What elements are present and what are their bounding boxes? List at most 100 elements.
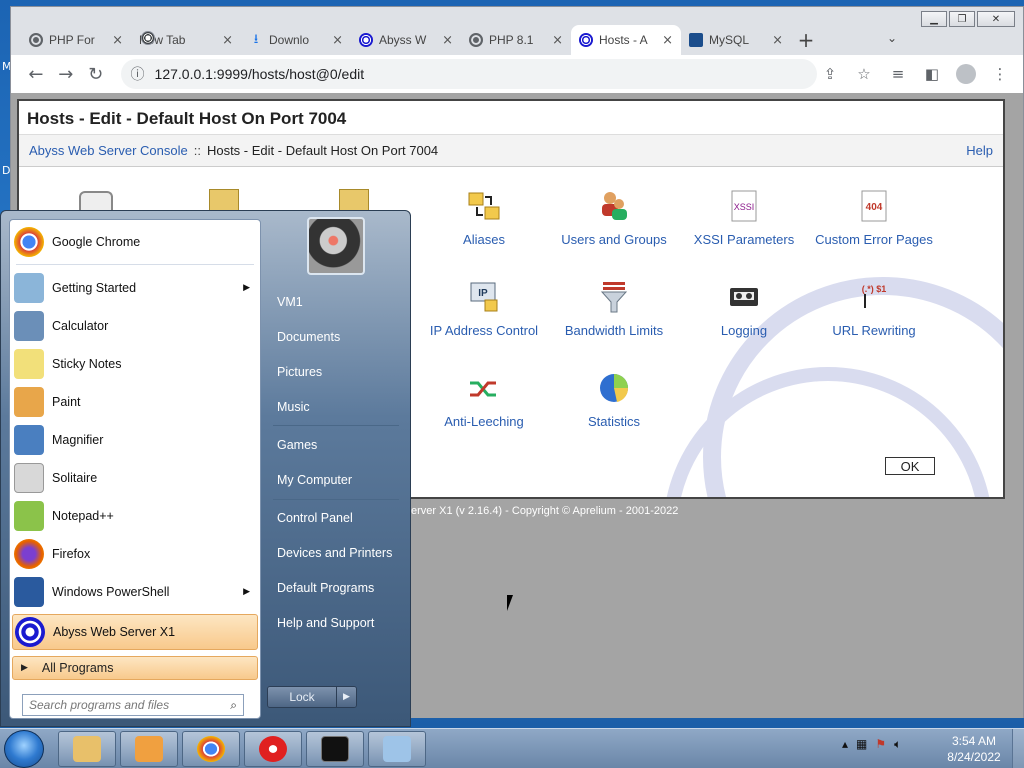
address-bar[interactable]: ⓘ 127.0.0.1:9999/hosts/host@0/edit	[120, 59, 817, 89]
share-icon[interactable]: ⇪	[817, 61, 843, 87]
url-rewriting-item[interactable]: (.*) $1 URL Rewriting	[809, 280, 939, 338]
program-solitaire[interactable]: Solitaire	[12, 460, 258, 496]
tab-close-icon[interactable]: ×	[222, 33, 233, 48]
tab-new-tab[interactable]: New Tab ×	[131, 25, 241, 55]
url-text: 127.0.0.1:9999/hosts/host@0/edit	[154, 66, 365, 82]
tab-label: MySQL	[709, 33, 750, 47]
statistics-item[interactable]: Statistics	[549, 371, 679, 429]
taskbar-media-player[interactable]	[120, 731, 178, 767]
program-abyss-web-server[interactable]: Abyss Web Server X1	[12, 614, 258, 650]
tab-php-81[interactable]: PHP 8.1 ×	[461, 25, 571, 55]
xssi-parameters-item[interactable]: XSSI XSSI Parameters	[679, 189, 809, 247]
link-help-support[interactable]: Help and Support	[269, 608, 405, 638]
link-music[interactable]: Music	[269, 392, 405, 422]
aliases-item[interactable]: Aliases	[419, 189, 549, 247]
program-firefox[interactable]: Firefox	[12, 536, 258, 572]
mouse-cursor-icon	[507, 595, 513, 611]
link-documents[interactable]: Documents	[269, 322, 405, 352]
tab-close-icon[interactable]: ×	[552, 33, 563, 48]
item-label: Users and Groups	[561, 232, 667, 247]
program-sticky-notes[interactable]: Sticky Notes	[12, 346, 258, 382]
program-google-chrome[interactable]: Google Chrome	[12, 224, 258, 260]
reading-list-icon[interactable]: ≡	[885, 61, 911, 87]
breadcrumb-console-link[interactable]: Abyss Web Server Console	[29, 143, 188, 158]
tab-label: Downlo	[269, 33, 310, 47]
network-icon[interactable]: ▦	[856, 737, 867, 752]
lock-label[interactable]: Lock	[268, 687, 336, 707]
maximize-button[interactable]: ❐	[949, 11, 975, 27]
shutdown-options-arrow-icon[interactable]: ▶	[336, 687, 356, 707]
tab-hosts[interactable]: Hosts - A ×	[571, 25, 681, 55]
all-programs-button[interactable]: ▶ All Programs	[12, 656, 258, 680]
link-user[interactable]: VM1	[269, 287, 405, 317]
show-hidden-icons-icon[interactable]: ▴	[842, 737, 848, 752]
users-groups-item[interactable]: Users and Groups	[549, 189, 679, 247]
profile-avatar[interactable]	[953, 61, 979, 87]
link-control-panel[interactable]: Control Panel	[269, 503, 405, 533]
link-default-programs[interactable]: Default Programs	[269, 573, 405, 603]
svg-text:(.*) $1: (.*) $1	[862, 284, 887, 294]
tab-close-icon[interactable]: ×	[332, 33, 343, 48]
minimize-button[interactable]: ▁	[921, 11, 947, 27]
program-label: Notepad++	[52, 509, 114, 523]
notepad-icon	[383, 736, 411, 762]
copyright-footer: erver X1 (v 2.16.4) - Copyright © Apreli…	[411, 505, 679, 517]
php-icon	[469, 33, 483, 47]
show-desktop-button[interactable]	[1012, 729, 1024, 768]
program-getting-started[interactable]: Getting Started ▶	[12, 270, 258, 306]
clock[interactable]: 3:54 AM 8/24/2022	[944, 733, 1004, 765]
link-pictures[interactable]: Pictures	[269, 357, 405, 387]
program-notepad-plus-plus[interactable]: Notepad++	[12, 498, 258, 534]
program-calculator[interactable]: Calculator	[12, 308, 258, 344]
program-magnifier[interactable]: Magnifier	[12, 422, 258, 458]
tab-close-icon[interactable]: ×	[772, 33, 783, 48]
anti-leeching-item[interactable]: Anti-Leeching	[419, 371, 549, 429]
sticky-notes-icon	[14, 349, 44, 379]
tab-strip: PHP For × New Tab × ⭳ Downlo × Abyss W × PHP …	[21, 25, 821, 55]
taskbar-notepad[interactable]	[368, 731, 426, 767]
chrome-menu-icon[interactable]: ⋮	[987, 61, 1013, 87]
new-tab-button[interactable]: +	[791, 25, 821, 55]
tab-search-chevron-icon[interactable]: ⌄	[887, 31, 897, 45]
tab-abyss[interactable]: Abyss W ×	[351, 25, 461, 55]
taskbar-cmd[interactable]	[306, 731, 364, 767]
tab-close-icon[interactable]: ×	[662, 33, 673, 48]
firefox-icon	[14, 539, 44, 569]
youtube-music-icon	[259, 736, 287, 762]
site-info-icon[interactable]: ⓘ	[131, 64, 145, 84]
tab-close-icon[interactable]: ×	[442, 33, 453, 48]
start-button[interactable]	[4, 730, 44, 768]
tab-close-icon[interactable]: ×	[112, 33, 123, 48]
taskbar-explorer[interactable]	[58, 731, 116, 767]
help-link[interactable]: Help	[966, 143, 993, 158]
link-my-computer[interactable]: My Computer	[269, 465, 405, 495]
program-paint[interactable]: Paint	[12, 384, 258, 420]
powershell-icon	[14, 577, 44, 607]
link-games[interactable]: Games	[269, 430, 405, 460]
submenu-arrow-icon: ▶	[243, 587, 250, 597]
volume-icon[interactable]: 🔈︎	[894, 737, 901, 752]
taskbar-chrome[interactable]	[182, 731, 240, 767]
user-picture[interactable]	[307, 217, 365, 275]
program-windows-powershell[interactable]: Windows PowerShell ▶	[12, 574, 258, 610]
logging-item[interactable]: Logging	[679, 280, 809, 338]
side-panel-icon[interactable]: ◧	[919, 61, 945, 87]
bookmark-star-icon[interactable]: ☆	[851, 61, 877, 87]
reload-button[interactable]: ↻	[81, 59, 111, 89]
link-devices-printers[interactable]: Devices and Printers	[269, 538, 405, 568]
ok-button[interactable]: OK	[885, 457, 935, 475]
tab-php-for[interactable]: PHP For ×	[21, 25, 131, 55]
bandwidth-limits-item[interactable]: Bandwidth Limits	[549, 280, 679, 338]
close-window-button[interactable]: ✕	[977, 11, 1015, 27]
tab-mysql[interactable]: MySQL ×	[681, 25, 791, 55]
tab-downloads[interactable]: ⭳ Downlo ×	[241, 25, 351, 55]
forward-button[interactable]: →	[51, 59, 81, 89]
action-center-icon[interactable]: ⚑	[875, 737, 886, 752]
back-button[interactable]: ←	[21, 59, 51, 89]
item-label: XSSI Parameters	[693, 232, 795, 247]
ip-address-control-item[interactable]: IP IP Address Control	[419, 280, 549, 338]
lock-button[interactable]: Lock ▶	[267, 686, 357, 708]
custom-error-pages-item[interactable]: 404 Custom Error Pages	[809, 189, 939, 247]
start-search-input[interactable]: Search programs and files ⌕	[22, 694, 244, 716]
taskbar-youtube-music[interactable]	[244, 731, 302, 767]
